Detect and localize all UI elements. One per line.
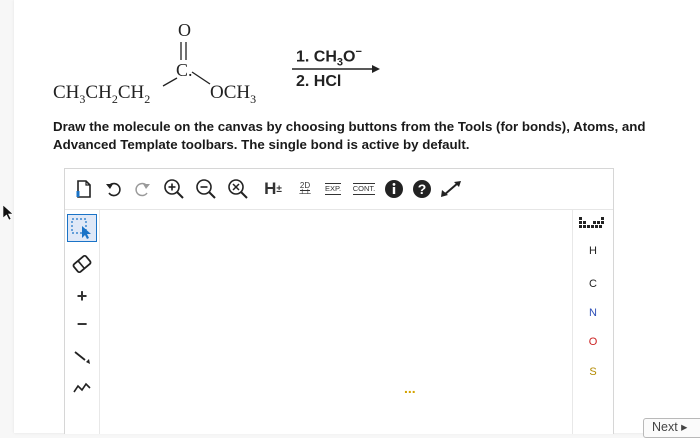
eraser-tool-button[interactable]: [67, 250, 97, 278]
redo-button[interactable]: [131, 177, 153, 201]
reaction-scheme: O C. CH3CH2CH2 OCH3 1. CH3O− 2. HCl: [0, 0, 700, 130]
next-button[interactable]: Next ▸: [643, 418, 700, 438]
atom-c-button[interactable]: C: [573, 278, 613, 290]
atom-s-button[interactable]: S: [573, 366, 613, 378]
reagent-step-1: 1. CH3O−: [296, 46, 362, 69]
lasso-select-icon: [71, 218, 91, 239]
instructions-text: Draw the molecule on the canvas by choos…: [53, 119, 646, 152]
drawing-canvas[interactable]: ...: [100, 210, 572, 434]
expand-button[interactable]: EXP.: [319, 177, 347, 201]
single-bond-icon: [74, 351, 90, 364]
clean-2d-marks: ┴┴: [299, 189, 311, 198]
zoom-out-button[interactable]: [193, 177, 219, 201]
top-toolbar: H ± 2D ┴┴ EXP. CONT. ?: [65, 169, 613, 210]
single-bond-button[interactable]: [67, 342, 97, 370]
zoom-in-icon: [164, 179, 184, 199]
help-icon: ?: [413, 180, 431, 198]
document-icon: [76, 180, 91, 198]
explicit-hydrogens-sup: ±: [276, 183, 282, 195]
contract-button[interactable]: CONT.: [349, 177, 379, 201]
explicit-hydrogens-label: H: [264, 179, 277, 198]
charge-minus-button[interactable]: −: [67, 310, 97, 338]
undo-icon: [106, 182, 121, 197]
mouse-pointer-icon: [3, 205, 14, 221]
info-icon: [385, 180, 403, 198]
help-button[interactable]: ?: [411, 177, 433, 201]
periodic-table-button[interactable]: [579, 216, 605, 235]
clear-canvas-button[interactable]: [73, 177, 95, 201]
periodic-table-icon: [579, 217, 604, 228]
molecule-editor: H ± 2D ┴┴ EXP. CONT. ? + − ... H C N O S: [64, 168, 614, 434]
canvas-marker: ...: [404, 380, 416, 396]
clean-2d-button[interactable]: 2D ┴┴: [293, 177, 317, 201]
expand-label: EXP.: [324, 183, 342, 195]
charge-plus-button[interactable]: +: [67, 282, 97, 310]
reagent-step-2: 2. HCl: [296, 73, 342, 90]
chain-tool-button[interactable]: [67, 372, 97, 400]
eraser-icon: [72, 254, 92, 274]
zoom-reset-button[interactable]: [225, 177, 251, 201]
svg-text:?: ?: [418, 181, 427, 197]
expand-arrows-icon: [441, 181, 461, 197]
atom-h-button[interactable]: H: [573, 245, 613, 257]
info-button[interactable]: [383, 177, 405, 201]
propyl-group: CH3CH2CH2: [53, 82, 151, 106]
atom-o-button[interactable]: O: [573, 336, 613, 348]
methoxy-group: OCH3: [210, 82, 257, 106]
atom-n-button[interactable]: N: [573, 307, 613, 319]
minus-icon: −: [76, 313, 88, 334]
tools-toolbar: + −: [65, 210, 100, 434]
atoms-toolbar: H C N O S: [572, 210, 613, 434]
contract-label: CONT.: [352, 183, 376, 195]
explicit-hydrogens-button[interactable]: H ±: [259, 177, 287, 201]
fullscreen-button[interactable]: [439, 177, 463, 201]
zoom-reset-icon: [228, 179, 248, 199]
select-tool-button[interactable]: [67, 214, 97, 242]
carbonyl-carbon: C.: [176, 60, 193, 80]
redo-icon: [135, 182, 150, 197]
undo-button[interactable]: [103, 177, 125, 201]
zoom-in-button[interactable]: [161, 177, 187, 201]
plus-icon: +: [76, 285, 88, 306]
chain-icon: [73, 382, 91, 393]
zoom-out-icon: [196, 179, 216, 199]
